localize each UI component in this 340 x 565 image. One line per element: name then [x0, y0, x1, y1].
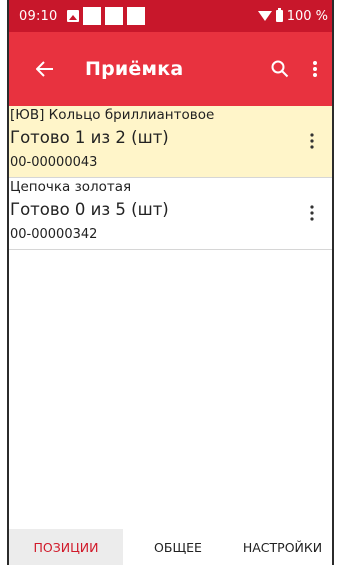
status-time: 09:10 [19, 8, 58, 24]
item-name: Цепочка золотая [10, 179, 132, 195]
item-menu-button[interactable] [302, 200, 322, 226]
app-window: 09:10 100 % Приёмка [ЮВ] Кольцо бриллиан… [9, 0, 332, 565]
status-system-icons: 100 % [257, 8, 328, 24]
tab-settings[interactable]: НАСТРОЙКИ [233, 529, 332, 565]
item-code: 00-00000342 [10, 227, 98, 242]
search-icon [271, 60, 289, 78]
more-vert-icon [310, 133, 314, 149]
list-item[interactable]: [ЮВ] Кольцо бриллиантовое Готово 1 из 2 … [9, 106, 332, 178]
tab-positions[interactable]: ПОЗИЦИИ [9, 529, 123, 565]
battery-icon [275, 8, 283, 22]
item-status: Готово 0 из 5 (шт) [10, 200, 169, 219]
notification-block-icon [105, 7, 124, 25]
item-status: Готово 1 из 2 (шт) [10, 128, 169, 147]
notification-block-icon [83, 7, 102, 25]
positions-list: [ЮВ] Кольцо бриллиантовое Готово 1 из 2 … [9, 106, 332, 250]
more-vert-icon [310, 205, 314, 221]
search-button[interactable] [260, 47, 300, 91]
screen: 09:10 100 % Приёмка [ЮВ] Кольцо бриллиан… [0, 0, 340, 565]
back-button[interactable] [23, 47, 67, 91]
item-menu-button[interactable] [302, 128, 322, 154]
status-bar: 09:10 100 % [9, 0, 332, 32]
wifi-icon [257, 11, 272, 21]
notification-block-icon [127, 7, 146, 25]
page-title: Приёмка [85, 58, 184, 80]
list-item[interactable]: Цепочка золотая Готово 0 из 5 (шт) 00-00… [9, 178, 332, 250]
status-notification-icons [67, 7, 146, 25]
image-icon [67, 10, 80, 22]
tab-general[interactable]: ОБЩЕЕ [123, 529, 233, 565]
bottom-tabs: ПОЗИЦИИ ОБЩЕЕ НАСТРОЙКИ [9, 529, 332, 565]
app-bar: Приёмка [9, 32, 332, 106]
overflow-menu-button[interactable] [300, 47, 330, 91]
more-vert-icon [313, 61, 317, 77]
item-code: 00-00000043 [10, 155, 98, 170]
arrow-left-icon [36, 61, 53, 77]
device-frame-right [332, 0, 334, 565]
battery-percent: 100 % [286, 8, 328, 24]
item-name: [ЮВ] Кольцо бриллиантовое [10, 107, 215, 123]
